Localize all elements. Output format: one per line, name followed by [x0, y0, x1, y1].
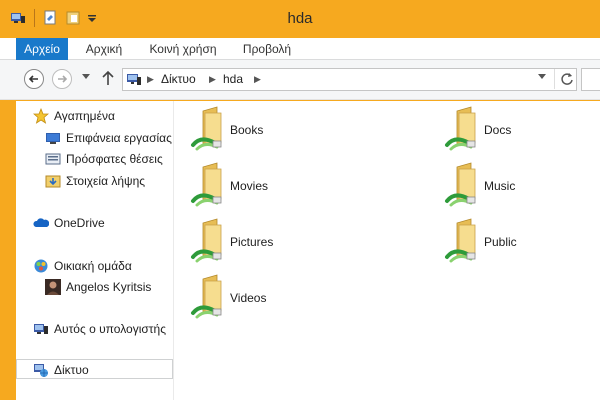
shared-folder-icon — [191, 218, 222, 263]
nav-label: Δίκτυο — [54, 363, 89, 377]
tab-home[interactable]: Αρχική — [74, 38, 134, 60]
nav-label: Αγαπημένα — [54, 109, 115, 123]
homegroup-icon — [34, 259, 48, 273]
forward-arrow-icon — [58, 75, 68, 83]
navigation-pane: Αγαπημένα Επιφάνεια εργασίας Πρόσφατες θ… — [16, 101, 174, 400]
back-button[interactable] — [24, 69, 44, 89]
nav-homegroup[interactable]: Οικιακή ομάδα — [16, 256, 173, 276]
folder-view: Books Docs Movies Music Pictures Public … — [175, 101, 600, 400]
nav-label: Angelos Kyritsis — [66, 280, 152, 294]
nav-label: Οικιακή ομάδα — [54, 259, 132, 273]
shared-folder-icon — [191, 106, 222, 151]
shared-folder-icon — [445, 162, 476, 207]
recent-places-icon — [45, 153, 61, 165]
shared-folder-icon — [191, 274, 222, 319]
computer-icon — [34, 324, 48, 334]
folder-label: Public — [484, 235, 517, 249]
refresh-button[interactable] — [554, 69, 576, 89]
desktop-icon — [46, 133, 60, 144]
network-location-icon — [127, 74, 141, 85]
shared-folder-icon — [445, 106, 476, 151]
nav-network[interactable]: Δίκτυο — [16, 359, 173, 379]
folder-item-music[interactable]: Music — [429, 157, 600, 207]
nav-favorites[interactable]: Αγαπημένα — [16, 106, 173, 126]
folder-label: Books — [230, 123, 264, 137]
tab-view[interactable]: Προβολή — [234, 38, 300, 60]
folder-label: Docs — [484, 123, 512, 137]
breadcrumb-separator-icon[interactable]: ▶ — [147, 74, 154, 85]
shared-folder-icon — [445, 218, 476, 263]
nav-label: Αυτός ο υπολογιστής — [54, 322, 166, 336]
nav-desktop[interactable]: Επιφάνεια εργασίας — [16, 128, 173, 148]
folder-label: Pictures — [230, 235, 274, 249]
nav-onedrive[interactable]: OneDrive — [16, 213, 173, 233]
breadcrumb-hda[interactable]: hda — [223, 72, 243, 86]
recent-locations-chevron-icon[interactable] — [82, 74, 90, 80]
ribbon-tabs: Αρχείο Αρχική Κοινή χρήση Προβολή — [0, 38, 600, 60]
tab-share[interactable]: Κοινή χρήση — [138, 38, 228, 60]
up-arrow-icon[interactable] — [102, 70, 114, 86]
breadcrumb-separator-icon[interactable]: ▶ — [209, 74, 216, 85]
explorer-body: Αγαπημένα Επιφάνεια εργασίας Πρόσφατες θ… — [16, 101, 600, 400]
nav-user[interactable]: Angelos Kyritsis — [16, 277, 173, 297]
folder-item-movies[interactable]: Movies — [175, 157, 375, 207]
window-title: hda — [287, 10, 313, 27]
folder-label: Movies — [230, 179, 269, 193]
shared-folder-icon — [191, 162, 222, 207]
folder-label: Music — [484, 179, 516, 193]
back-arrow-icon — [28, 75, 38, 83]
nav-downloads[interactable]: Στοιχεία λήψης — [16, 171, 173, 191]
search-input[interactable] — [581, 68, 600, 91]
nav-this-pc[interactable]: Αυτός ο υπολογιστής — [16, 319, 173, 339]
tab-file[interactable]: Αρχείο — [16, 38, 68, 60]
title-bar: hda — [0, 0, 600, 38]
nav-recent-places[interactable]: Πρόσφατες θέσεις — [16, 149, 173, 169]
onedrive-cloud-icon — [33, 218, 49, 227]
breadcrumb-separator-icon[interactable]: ▶ — [254, 74, 261, 85]
star-icon — [33, 108, 49, 124]
folder-item-books[interactable]: Books — [175, 101, 375, 151]
folder-item-docs[interactable]: Docs — [429, 101, 600, 151]
address-dropdown-icon[interactable] — [538, 74, 546, 80]
folder-item-videos[interactable]: Videos — [175, 269, 375, 319]
breadcrumb-network[interactable]: Δίκτυο — [161, 72, 196, 86]
address-bar[interactable]: ▶ Δίκτυο ▶ hda ▶ — [122, 68, 577, 91]
navigation-bar: ▶ Δίκτυο ▶ hda ▶ — [0, 60, 600, 100]
nav-label: Πρόσφατες θέσεις — [66, 152, 163, 166]
folder-item-public[interactable]: Public — [429, 213, 600, 263]
user-avatar-icon — [45, 279, 61, 295]
refresh-icon — [561, 73, 573, 85]
nav-label: Στοιχεία λήψης — [66, 174, 146, 188]
downloads-folder-icon — [45, 175, 61, 188]
forward-button[interactable] — [52, 69, 72, 89]
folder-item-pictures[interactable]: Pictures — [175, 213, 375, 263]
nav-label: Επιφάνεια εργασίας — [66, 131, 172, 145]
network-icon — [34, 364, 48, 377]
nav-label: OneDrive — [54, 216, 105, 230]
folder-label: Videos — [230, 291, 267, 305]
